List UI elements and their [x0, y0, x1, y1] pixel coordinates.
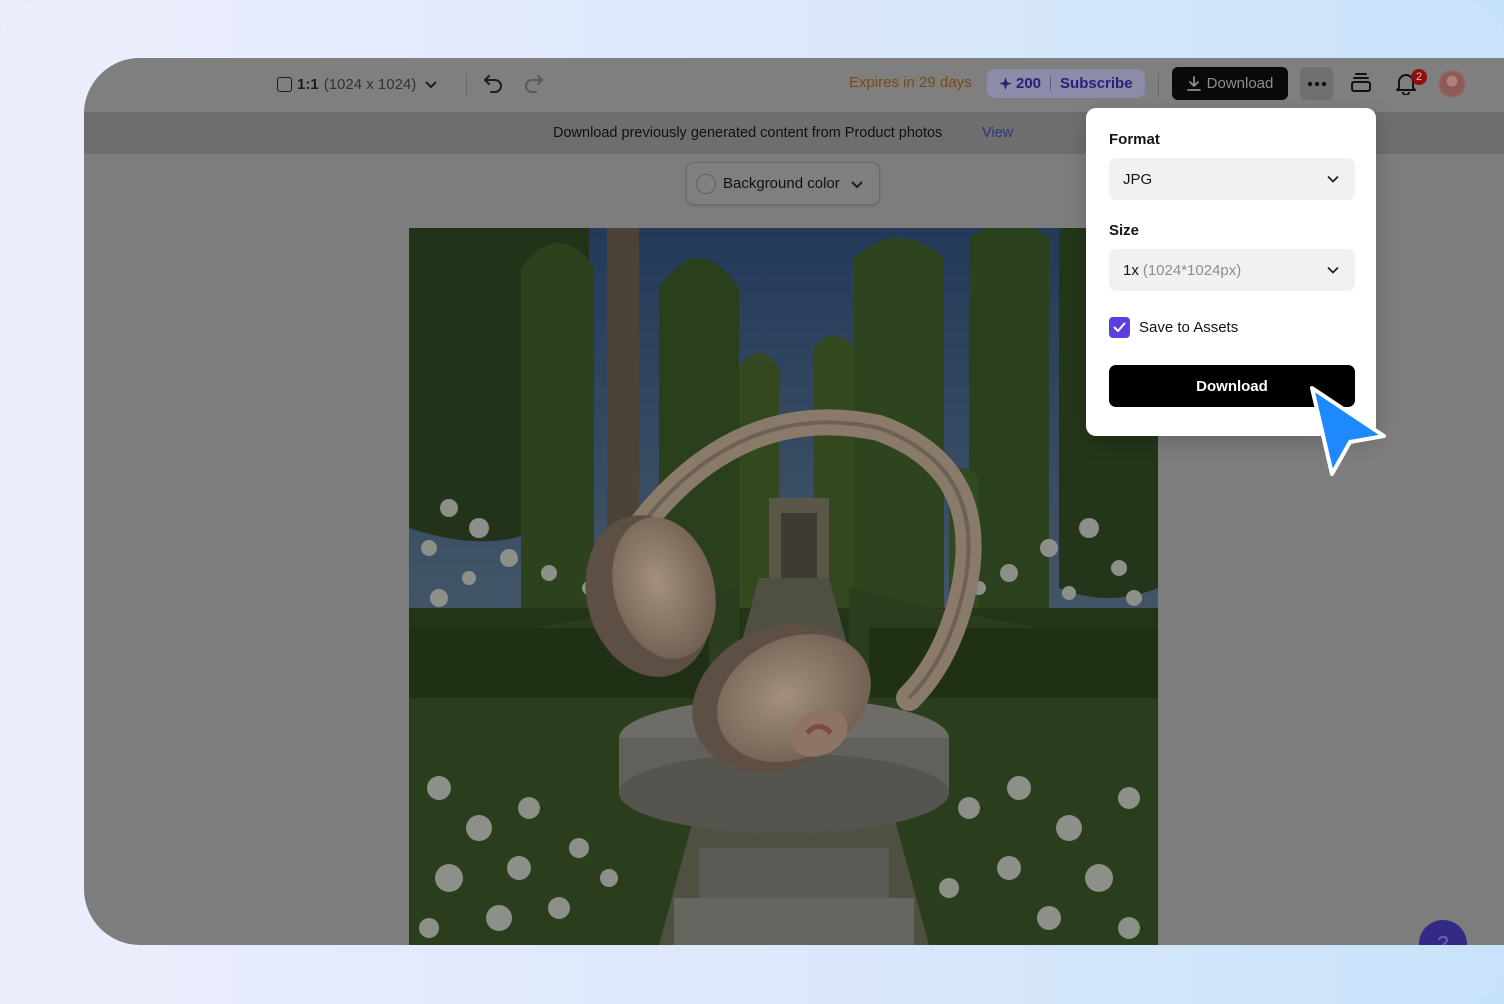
headphones-garden-image [409, 228, 1158, 945]
background-color-button[interactable]: Background color [686, 162, 880, 205]
expiry-notice: Expires in 29 days [849, 74, 972, 91]
pointer-cursor-icon [1306, 384, 1390, 480]
size-select[interactable]: 1x (1024*1024px) [1109, 249, 1355, 291]
square-icon [277, 77, 292, 92]
save-to-assets-checkbox[interactable]: Save to Assets [1109, 317, 1238, 338]
top-bar: 1:1 (1024 x 1024) Expires in 29 days 200… [84, 58, 1504, 112]
more-options-button[interactable] [1300, 67, 1333, 100]
ellipsis-icon [1307, 81, 1327, 87]
color-swatch [696, 174, 716, 194]
size-label: Size [1109, 222, 1139, 239]
divider [466, 73, 467, 97]
chevron-down-icon [1326, 172, 1340, 186]
download-button[interactable]: Download [1172, 67, 1288, 100]
size-detail: (1024*1024px) [1143, 262, 1241, 279]
download-label: Download [1207, 75, 1274, 92]
divider [1158, 73, 1159, 97]
redo-icon [523, 71, 545, 95]
format-value: JPG [1123, 171, 1152, 188]
chevron-down-icon [1326, 263, 1340, 277]
chevron-down-icon [424, 77, 438, 91]
layers-icon [1350, 72, 1372, 94]
ratio-label: 1:1 [297, 76, 319, 93]
format-select[interactable]: JPG [1109, 158, 1355, 200]
product-photo[interactable] [409, 228, 1158, 945]
undo-button[interactable] [482, 71, 504, 95]
save-to-assets-label: Save to Assets [1139, 319, 1238, 336]
layers-button[interactable] [1350, 72, 1372, 94]
sparkle-icon [999, 77, 1012, 90]
size-value: 1x [1123, 262, 1139, 279]
undo-icon [482, 71, 504, 95]
aspect-ratio-dropdown[interactable]: 1:1 (1024 x 1024) [277, 72, 438, 96]
format-label: Format [1109, 131, 1160, 148]
redo-button[interactable] [523, 71, 545, 95]
avatar[interactable] [1438, 70, 1466, 98]
subscribe-link[interactable]: Subscribe [1060, 75, 1133, 92]
help-icon: ? [1437, 933, 1448, 946]
banner-text: Download previously generated content fr… [553, 125, 942, 141]
checkbox-checked-icon [1109, 317, 1130, 338]
download-icon [1187, 76, 1201, 91]
credits-pill[interactable]: 200 Subscribe [987, 69, 1145, 98]
help-button[interactable]: ? [1419, 920, 1467, 945]
credits-count: 200 [1016, 75, 1041, 92]
divider [1050, 76, 1051, 91]
chevron-down-icon [850, 177, 864, 191]
notification-badge: 2 [1411, 69, 1427, 85]
banner-view-link[interactable]: View [982, 125, 1013, 141]
ratio-dimensions: (1024 x 1024) [324, 76, 417, 93]
background-color-label: Background color [723, 175, 840, 192]
